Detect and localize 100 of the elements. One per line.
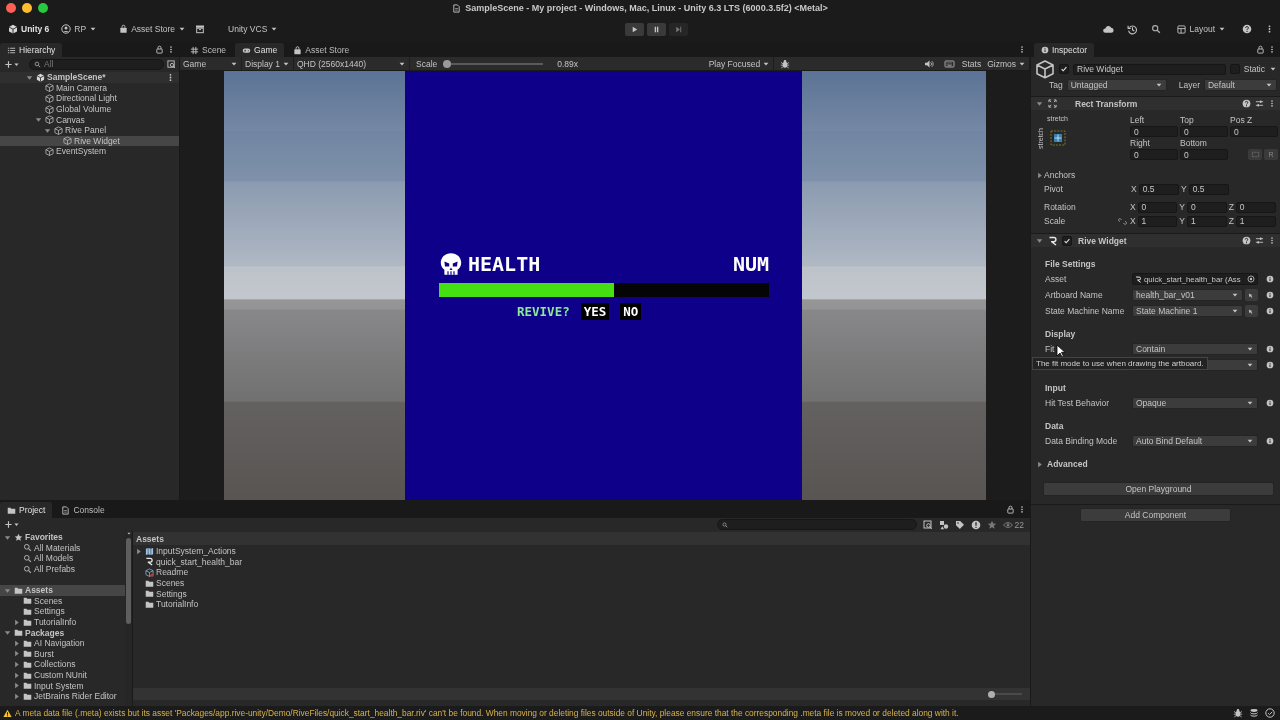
tree-item[interactable]: Main Camera (0, 82, 179, 94)
caret-icon[interactable] (134, 546, 143, 556)
number-field[interactable]: 0.5 (1188, 183, 1229, 195)
picker-button[interactable] (1245, 289, 1258, 301)
caret-icon[interactable] (12, 638, 21, 648)
tree-item[interactable]: SampleScene* (0, 72, 179, 83)
more-icon[interactable] (1268, 99, 1276, 108)
search-icon[interactable] (1151, 24, 1162, 34)
asset-item[interactable]: Scenes (133, 577, 1030, 589)
info-icon[interactable] (1266, 345, 1274, 353)
lock-icon[interactable] (1256, 45, 1265, 54)
asset-item[interactable]: Settings (133, 588, 1030, 599)
info-icon[interactable] (1266, 399, 1274, 407)
caret-icon[interactable] (12, 681, 21, 691)
number-field[interactable]: 0 (1180, 126, 1228, 137)
help-icon[interactable] (1242, 24, 1252, 34)
tag-icon[interactable] (954, 519, 965, 530)
number-field[interactable]: 1 (1186, 215, 1227, 227)
enabled-checkbox[interactable] (1062, 235, 1072, 246)
create-button[interactable] (4, 59, 20, 69)
panel-tab[interactable]: Console (54, 502, 112, 518)
view-tab[interactable]: Scene (183, 43, 234, 57)
number-field[interactable]: 0 (1230, 126, 1278, 137)
info-icon[interactable] (1266, 361, 1274, 369)
slider-thumb[interactable] (988, 690, 995, 698)
tree-item[interactable]: All Models (0, 553, 125, 564)
tree-item[interactable]: TutorialInfo (0, 616, 125, 628)
maximize-button[interactable] (38, 3, 48, 13)
more-icon[interactable] (167, 45, 175, 54)
more-icon[interactable] (1018, 45, 1026, 54)
info-icon[interactable] (1266, 291, 1274, 299)
speaker-icon[interactable] (923, 58, 934, 69)
play-mode-dropdown[interactable]: Play Focused (705, 56, 775, 71)
breadcrumb[interactable]: Assets (133, 532, 1030, 545)
cloud-icon[interactable] (1102, 23, 1115, 35)
layout-dropdown[interactable]: Layout (1174, 21, 1229, 37)
tree-item[interactable]: EventSystem (0, 146, 179, 157)
view-tab[interactable]: Asset Store (286, 43, 357, 57)
presets-icon[interactable] (1255, 236, 1264, 245)
choice-button[interactable]: YES (580, 303, 610, 320)
tree-item[interactable]: Global Volume (0, 103, 179, 115)
tree-item[interactable]: Rive Panel (0, 124, 179, 136)
pause-button[interactable] (647, 22, 666, 36)
asset-store-dropdown[interactable]: Asset Store (116, 21, 190, 37)
number-field[interactable]: 0.5 (1138, 183, 1179, 195)
bug-icon[interactable] (1233, 708, 1243, 718)
resolution-dropdown[interactable]: QHD (2560x1440) (294, 56, 410, 71)
active-checkbox[interactable] (1059, 64, 1069, 74)
zoom-slider[interactable] (988, 690, 1022, 698)
tree-item[interactable]: Scenes (0, 595, 125, 607)
number-field[interactable]: 0 (1186, 201, 1227, 213)
panel-tab[interactable]: Project (0, 502, 53, 518)
number-field[interactable]: 1 (1137, 215, 1178, 227)
view-tab[interactable]: Game (235, 43, 285, 57)
hidden-packages-toggle[interactable]: 22 (1002, 519, 1024, 530)
tree-item[interactable]: AI Navigation (0, 637, 125, 649)
asset-item[interactable]: quick_start_health_bar (133, 556, 1030, 568)
hierarchy-tab[interactable]: Hierarchy (0, 43, 63, 57)
help-icon[interactable] (1242, 99, 1251, 108)
scale-slider[interactable] (443, 59, 544, 68)
number-field[interactable]: 0 (1137, 201, 1178, 213)
search-window-icon[interactable] (922, 519, 933, 530)
anchor-preset-icon[interactable] (1048, 128, 1068, 148)
tree-item[interactable]: Settings (0, 606, 125, 617)
inspector-tab[interactable]: Inspector (1034, 43, 1094, 57)
dropdown[interactable]: State Machine 1 (1132, 305, 1243, 317)
tree-item[interactable]: Collections (0, 659, 125, 670)
asset-item[interactable]: TutorialInfo (133, 598, 1030, 610)
lock-icon[interactable] (155, 45, 164, 54)
alert-icon[interactable] (970, 519, 981, 530)
choice-button[interactable]: NO (620, 303, 642, 320)
info-icon[interactable] (1266, 275, 1274, 283)
dropdown[interactable]: Contain (1132, 343, 1258, 355)
lock-icon[interactable] (1006, 505, 1015, 514)
tree-item[interactable]: Custom NUnit (0, 669, 125, 681)
search-field[interactable] (716, 519, 917, 530)
version-control-dropdown[interactable]: Unity VCS (225, 21, 282, 37)
number-field[interactable]: 0 (1235, 201, 1276, 213)
info-icon[interactable] (1266, 437, 1274, 445)
tree-item[interactable]: Burst (0, 648, 125, 660)
account-dropdown[interactable]: RP (58, 21, 101, 37)
stats-button[interactable]: Stats (958, 56, 985, 71)
caret-icon[interactable] (3, 628, 12, 638)
account-button[interactable]: Unity 6 (5, 21, 53, 37)
target-icon[interactable] (1247, 275, 1255, 283)
type-filter-icon[interactable] (938, 519, 949, 530)
open-playground-button[interactable]: Open Playground (1043, 482, 1274, 496)
tree-item[interactable]: Directional Light (0, 93, 179, 104)
broken-link-icon[interactable] (1117, 216, 1127, 226)
keyboard-icon[interactable] (943, 58, 955, 69)
history-icon[interactable] (1127, 23, 1139, 35)
add-component-button[interactable]: Add Component (1080, 508, 1231, 522)
tree-item[interactable]: All Materials (0, 542, 125, 554)
asset-item[interactable]: InputSystem_Actions (133, 546, 1030, 557)
caret-icon[interactable] (1035, 236, 1044, 245)
picker-button[interactable] (1245, 305, 1258, 317)
layer-dropdown[interactable]: Default (1204, 79, 1277, 91)
check-circle-icon[interactable] (1265, 708, 1275, 718)
dropdown[interactable]: Auto Bind Default (1132, 435, 1258, 447)
cube-icon[interactable] (1035, 59, 1055, 79)
